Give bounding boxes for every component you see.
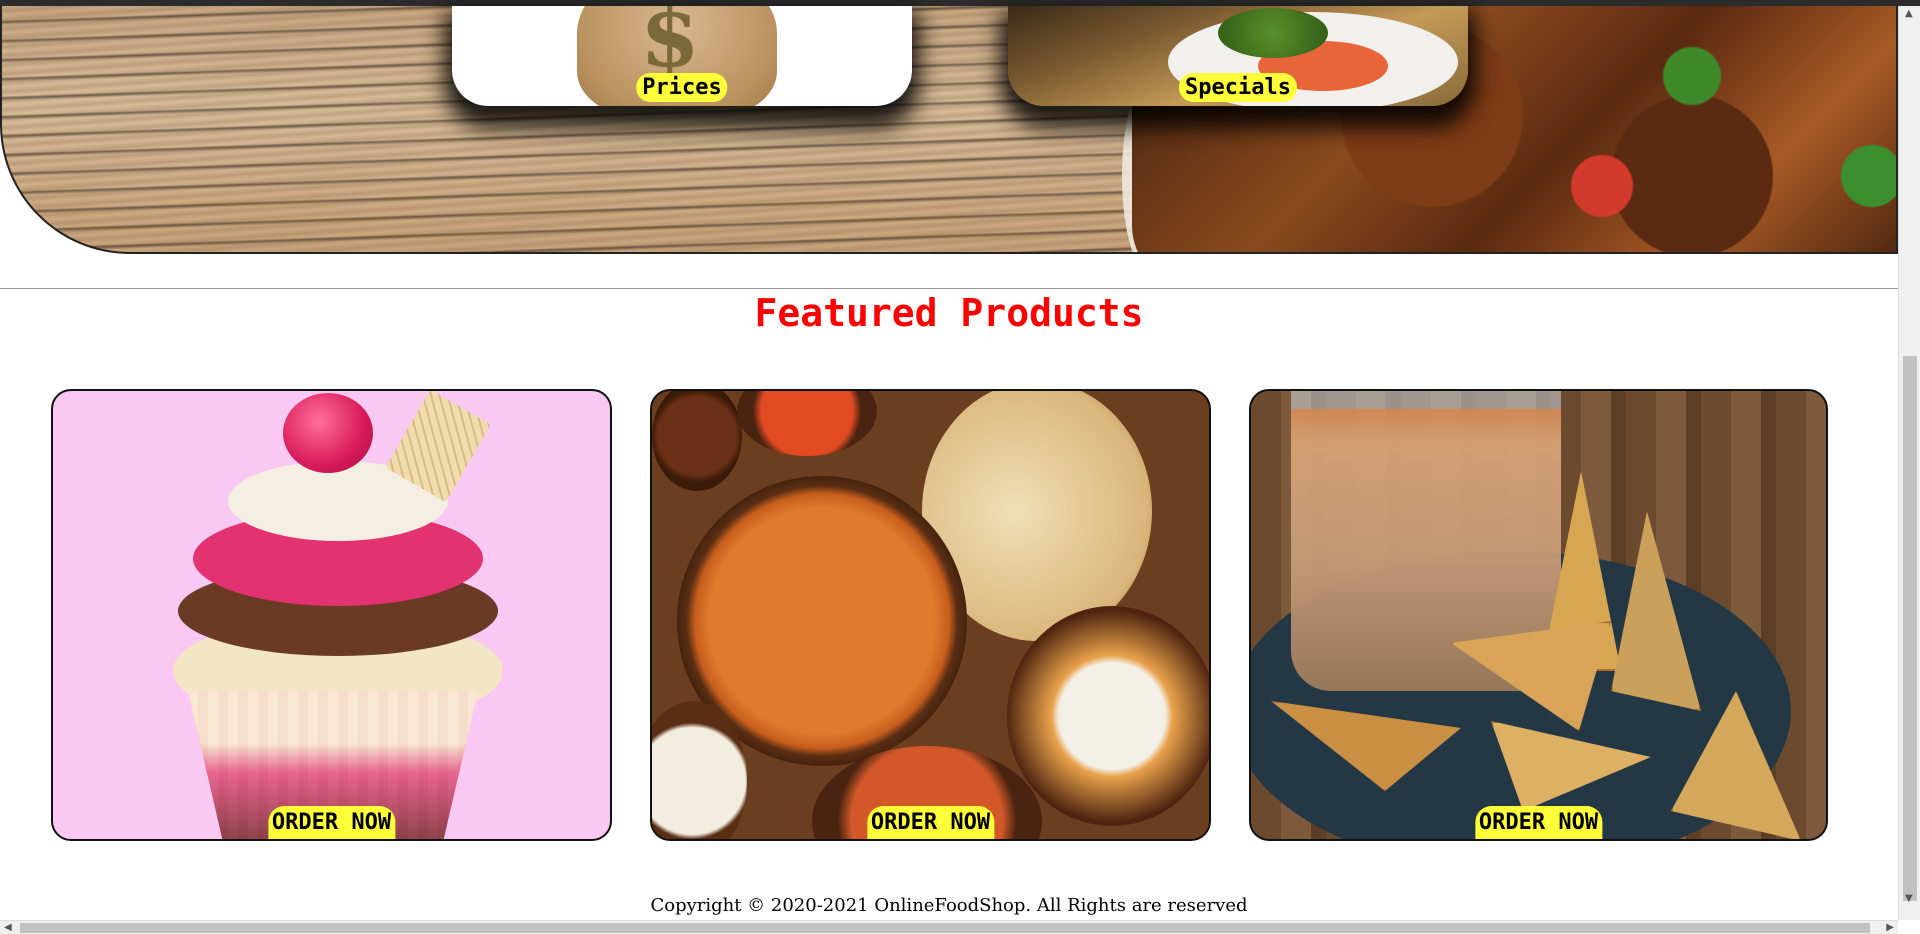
- featured-products-title: Featured Products: [754, 291, 1144, 335]
- page: $ Prices Specials Featured Products ORDE…: [0, 0, 1920, 934]
- product-card-tea-samosa[interactable]: ORDER NOW: [1249, 389, 1828, 841]
- footer-copyright: Copyright © 2020-2021 OnlineFoodShop. Al…: [650, 895, 1248, 916]
- dollar-icon: $: [640, 6, 700, 87]
- order-now-button[interactable]: ORDER NOW: [1474, 806, 1603, 839]
- greens-image: [1218, 8, 1328, 58]
- order-now-button[interactable]: ORDER NOW: [267, 806, 396, 839]
- scroll-left-icon[interactable]: ◀: [4, 922, 12, 933]
- hero-banner: [0, 6, 1898, 254]
- specials-label[interactable]: Specials: [1179, 73, 1297, 102]
- vertical-scroll-thumb[interactable]: [1903, 356, 1917, 901]
- product-card-indian-food[interactable]: ORDER NOW: [650, 389, 1211, 841]
- salad-bowl: [1007, 606, 1209, 826]
- scroll-down-icon[interactable]: ▼: [1905, 893, 1913, 904]
- scroll-up-icon[interactable]: ▲: [1905, 8, 1913, 19]
- prices-card[interactable]: $ Prices: [452, 6, 912, 106]
- chutney-bowl: [652, 391, 742, 491]
- order-now-button[interactable]: ORDER NOW: [866, 806, 995, 839]
- vertical-scrollbar[interactable]: ▲ ▼: [1898, 6, 1920, 920]
- scroll-right-icon[interactable]: ▶: [1886, 922, 1894, 933]
- prices-label[interactable]: Prices: [636, 73, 728, 102]
- horizontal-scrollbar[interactable]: ◀ ▶: [0, 920, 1898, 934]
- horizontal-scroll-thumb[interactable]: [20, 923, 1870, 933]
- section-divider: [0, 288, 1898, 289]
- cherry: [283, 393, 373, 473]
- product-card-cupcake[interactable]: ORDER NOW: [51, 389, 612, 841]
- tomato-bowl: [737, 391, 877, 456]
- specials-card[interactable]: Specials: [1008, 6, 1468, 106]
